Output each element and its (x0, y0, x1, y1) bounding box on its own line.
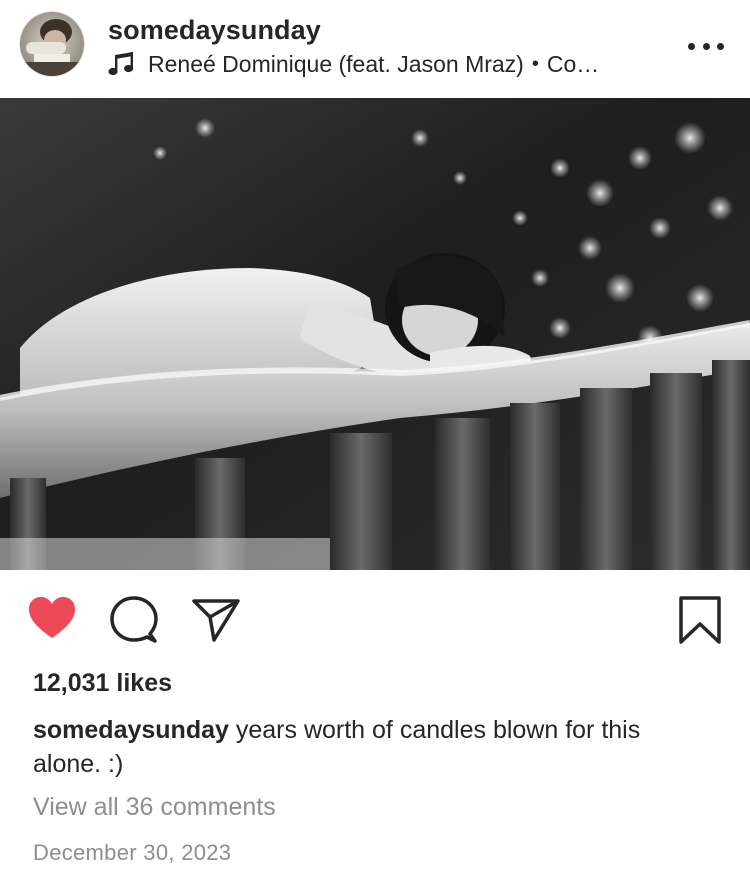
post-date: December 30, 2023 (33, 840, 232, 865)
caption-username[interactable]: somedaysunday (33, 716, 229, 744)
likes-count[interactable]: 12,031 likes (33, 669, 172, 698)
comment-icon[interactable] (110, 596, 158, 649)
audio-track: Reneé Dominique (feat. Jason Mraz) (148, 50, 524, 77)
avatar[interactable] (20, 12, 84, 76)
action-bar (0, 572, 750, 672)
heart-icon[interactable] (28, 596, 76, 645)
audio-separator: • (531, 52, 539, 75)
view-all-comments-link[interactable]: View all 36 comments (33, 793, 276, 822)
post-header: somedaysunday Reneé Dominique (feat. Jas… (0, 0, 750, 98)
send-icon[interactable] (192, 598, 240, 647)
post-image[interactable] (0, 98, 750, 570)
more-options-icon[interactable] (688, 36, 724, 56)
audio-overflow: Co… (546, 50, 600, 77)
username[interactable]: somedaysunday (108, 15, 321, 46)
music-note-icon (108, 51, 136, 77)
caption: somedaysunday years worth of candles blo… (33, 713, 713, 781)
audio-link[interactable]: Reneé Dominique (feat. Jason Mraz) • Co… (108, 49, 599, 79)
bookmark-icon[interactable] (679, 596, 721, 649)
